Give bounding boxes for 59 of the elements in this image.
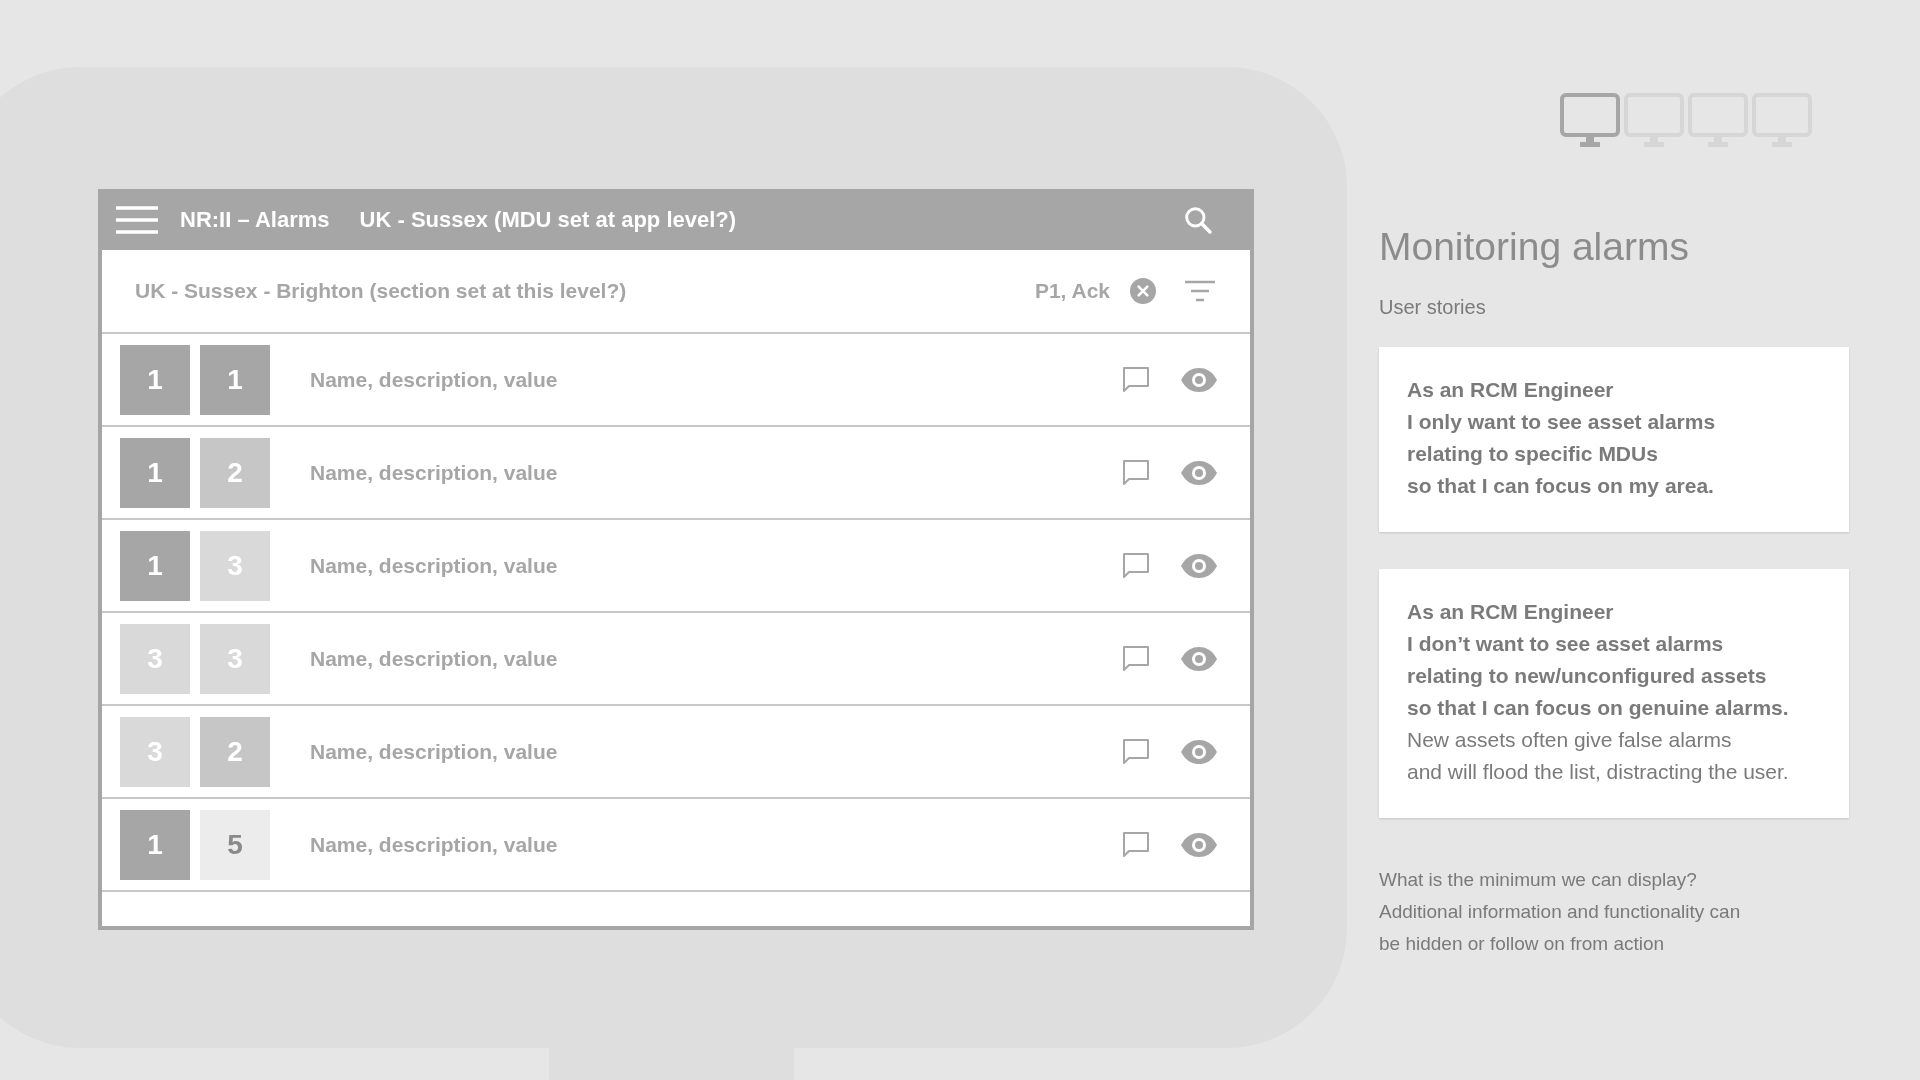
filter-button[interactable] bbox=[1184, 279, 1216, 303]
priority-badge: 1 bbox=[200, 344, 270, 415]
clear-icon bbox=[1130, 278, 1156, 304]
comment-button[interactable] bbox=[1122, 737, 1150, 766]
view-button[interactable] bbox=[1180, 459, 1218, 486]
view-button[interactable] bbox=[1180, 552, 1218, 579]
monitor-icon bbox=[1560, 93, 1620, 149]
priority-badge: 5 bbox=[200, 809, 270, 880]
view-button[interactable] bbox=[1180, 738, 1218, 765]
alarm-row[interactable]: 1 2 Name, description, value bbox=[102, 427, 1250, 520]
alarm-row[interactable]: 1 5 Name, description, value bbox=[102, 799, 1250, 892]
location-label: UK - Sussex - Brighton (section set at this level?) bbox=[135, 278, 627, 305]
clear-filter-button[interactable] bbox=[1130, 278, 1156, 304]
alarm-row[interactable]: 1 1 Name, description, value bbox=[102, 334, 1250, 427]
priority-badge: 1 bbox=[120, 809, 190, 880]
comment-icon bbox=[1122, 737, 1150, 766]
comment-button[interactable] bbox=[1122, 644, 1150, 673]
heading: Monitoring alarms bbox=[1379, 224, 1690, 270]
alarm-text: Name, description, value bbox=[310, 738, 559, 765]
priority-badge: 2 bbox=[200, 716, 270, 787]
alarm-text: Name, description, value bbox=[310, 552, 559, 579]
eye-icon bbox=[1180, 366, 1218, 393]
comment-icon bbox=[1122, 365, 1150, 394]
comment-icon bbox=[1122, 458, 1150, 487]
comment-button[interactable] bbox=[1122, 365, 1150, 394]
comment-icon bbox=[1122, 830, 1150, 859]
priority-badge: 1 bbox=[120, 530, 190, 601]
alarm-text: Name, description, value bbox=[310, 459, 559, 486]
comment-button[interactable] bbox=[1122, 551, 1150, 580]
alarm-text: Name, description, value bbox=[310, 831, 559, 858]
eye-icon bbox=[1180, 645, 1218, 672]
menu-button[interactable] bbox=[116, 204, 158, 235]
eye-icon bbox=[1180, 552, 1218, 579]
eye-icon bbox=[1180, 459, 1218, 486]
app-title: NR:II – Alarms bbox=[180, 206, 330, 234]
eye-icon bbox=[1180, 738, 1218, 765]
view-button[interactable] bbox=[1180, 645, 1218, 672]
comment-icon bbox=[1122, 644, 1150, 673]
comment-button[interactable] bbox=[1122, 458, 1150, 487]
comment-icon bbox=[1122, 551, 1150, 580]
filter-label: P1, Ack bbox=[1034, 278, 1110, 305]
alarm-text: Name, description, value bbox=[310, 645, 559, 672]
footer-note: What is the minimum we can display? Additional information and functionality can be hidden or follow on from action bbox=[1379, 868, 1742, 956]
menu-icon bbox=[116, 204, 158, 235]
story-note: New assets often give false alarms and will flood the list, distracting the user. bbox=[1407, 727, 1790, 785]
filter-icon bbox=[1184, 279, 1216, 303]
view-button[interactable] bbox=[1180, 366, 1218, 393]
user-story: As an RCM Engineer I don’t want to see asset alarms relating to new/unconfigured assets so that I can focus on genuine alarms. bbox=[1407, 599, 1790, 721]
view-button[interactable] bbox=[1180, 831, 1218, 858]
alarm-text: Name, description, value bbox=[310, 366, 559, 393]
eye-icon bbox=[1180, 831, 1218, 858]
priority-badge: 2 bbox=[200, 437, 270, 508]
priority-badge: 1 bbox=[120, 344, 190, 415]
user-story: As an RCM Engineer I only want to see asset alarms relating to specific MDUs so that I can focus on my area. bbox=[1407, 377, 1717, 499]
priority-badge: 1 bbox=[120, 437, 190, 508]
desktop-view-button[interactable] bbox=[1560, 93, 1620, 149]
comment-button[interactable] bbox=[1122, 830, 1150, 859]
subheading: User stories bbox=[1379, 295, 1487, 320]
app-subtitle: UK - Sussex (MDU set at app level?) bbox=[359, 206, 737, 234]
